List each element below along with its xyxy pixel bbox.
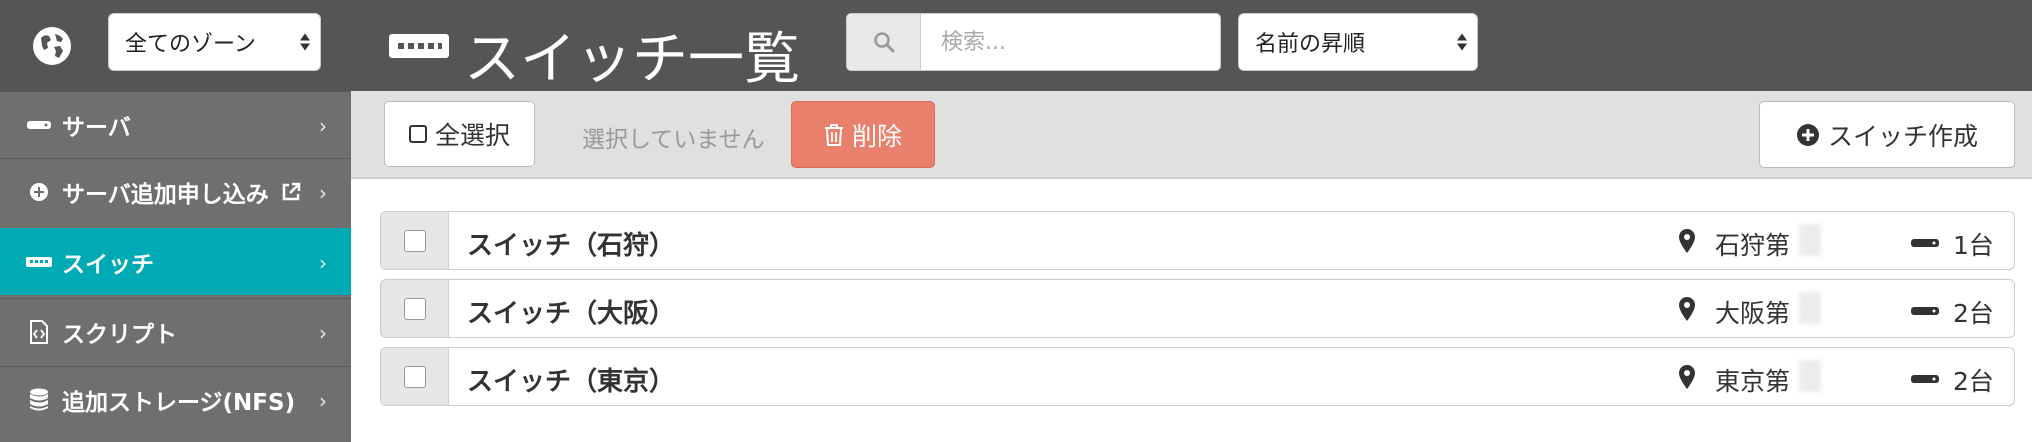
sidebar-item-label: スクリプト (62, 322, 177, 348)
database-icon (26, 387, 52, 413)
list-item[interactable]: スイッチ（大阪） 大阪第 2台 (380, 279, 2015, 338)
switch-icon (389, 34, 449, 58)
list-item[interactable]: スイッチ（石狩） 石狩第 1台 (380, 211, 2015, 270)
create-switch-label: スイッチ作成 (1827, 121, 1978, 151)
map-marker-icon (1679, 229, 1695, 253)
row-checkbox[interactable] (403, 297, 426, 320)
server-count: 2台 (1953, 367, 1994, 396)
sidebar-item-label: サーバ追加申し込み (62, 182, 269, 208)
map-marker-icon (1679, 297, 1695, 321)
switch-zone: 大阪第 (1715, 299, 1791, 328)
create-switch-button[interactable]: スイッチ作成 (1759, 101, 2015, 168)
sidebar-item-server-request[interactable]: サーバ追加申し込み › (0, 158, 351, 225)
server-count: 2台 (1953, 299, 1994, 328)
globe-icon (33, 26, 71, 65)
plus-circle-icon (1796, 123, 1819, 146)
redacted-text (1799, 292, 1821, 324)
select-all-button[interactable]: 全選択 (384, 101, 535, 167)
server-count: 1台 (1953, 231, 1994, 260)
search-input[interactable] (921, 14, 1220, 70)
server-icon (26, 112, 52, 138)
sidebar-item-nfs[interactable]: 追加ストレージ(NFS) › (0, 366, 351, 433)
row-select-cell[interactable] (381, 212, 449, 269)
zone-select-value: 全てのゾーン (125, 32, 256, 57)
switch-name: スイッチ（石狩） (467, 231, 676, 261)
redacted-text (1799, 224, 1821, 256)
server-icon (1911, 375, 1939, 383)
select-arrows-icon (1457, 33, 1467, 51)
switch-zone: 東京第 (1715, 367, 1791, 396)
map-marker-icon (1679, 365, 1695, 389)
trash-icon (824, 123, 843, 146)
search-box (846, 13, 1221, 71)
sidebar-item-label: スイッチ (62, 252, 154, 278)
search-icon (847, 14, 921, 70)
chevron-right-icon: › (319, 389, 327, 413)
chevron-right-icon: › (319, 321, 327, 345)
script-file-icon (26, 319, 52, 345)
select-all-label: 全選択 (434, 121, 510, 150)
sidebar-item-label: 追加ストレージ(NFS) (62, 390, 296, 416)
switch-zone: 石狩第 (1715, 231, 1791, 260)
server-icon (1911, 239, 1939, 247)
switch-name: スイッチ（東京） (467, 367, 676, 397)
select-arrows-icon (300, 33, 310, 51)
sidebar: 全てのゾーン サーバ › サーバ追加申し込み › スイッチ › スクリプト › (0, 0, 351, 442)
list-item[interactable]: スイッチ（東京） 東京第 2台 (380, 347, 2015, 406)
row-checkbox[interactable] (403, 365, 426, 388)
sidebar-item-switch[interactable]: スイッチ › (0, 228, 351, 295)
switch-name: スイッチ（大阪） (467, 299, 676, 329)
chevron-right-icon: › (319, 251, 327, 275)
row-select-cell[interactable] (381, 280, 449, 337)
row-checkbox[interactable] (403, 229, 426, 252)
page-header: スイッチ一覧 名前の昇順 (351, 0, 2032, 92)
redacted-text (1799, 360, 1821, 392)
switch-icon (26, 249, 52, 275)
checkbox-icon (408, 125, 427, 143)
server-icon (1911, 307, 1939, 315)
sidebar-item-script[interactable]: スクリプト › (0, 298, 351, 365)
external-link-icon (280, 181, 302, 209)
sort-select[interactable]: 名前の昇順 (1238, 13, 1478, 71)
delete-label: 削除 (851, 121, 902, 151)
row-select-cell[interactable] (381, 348, 449, 405)
sidebar-item-label: サーバ (62, 115, 131, 141)
chevron-right-icon: › (319, 114, 327, 138)
chevron-right-icon: › (319, 181, 327, 205)
delete-button[interactable]: 削除 (791, 101, 935, 168)
sidebar-item-server[interactable]: サーバ › (0, 91, 351, 158)
selection-status: 選択していません (582, 127, 765, 153)
sort-select-value: 名前の昇順 (1255, 32, 1366, 57)
toolbar: 全選択 選択していません 削除 スイッチ作成 (351, 91, 2032, 179)
page-title: スイッチ一覧 (464, 27, 800, 92)
zone-select[interactable]: 全てのゾーン (108, 13, 321, 71)
plus-circle-icon (26, 179, 52, 205)
